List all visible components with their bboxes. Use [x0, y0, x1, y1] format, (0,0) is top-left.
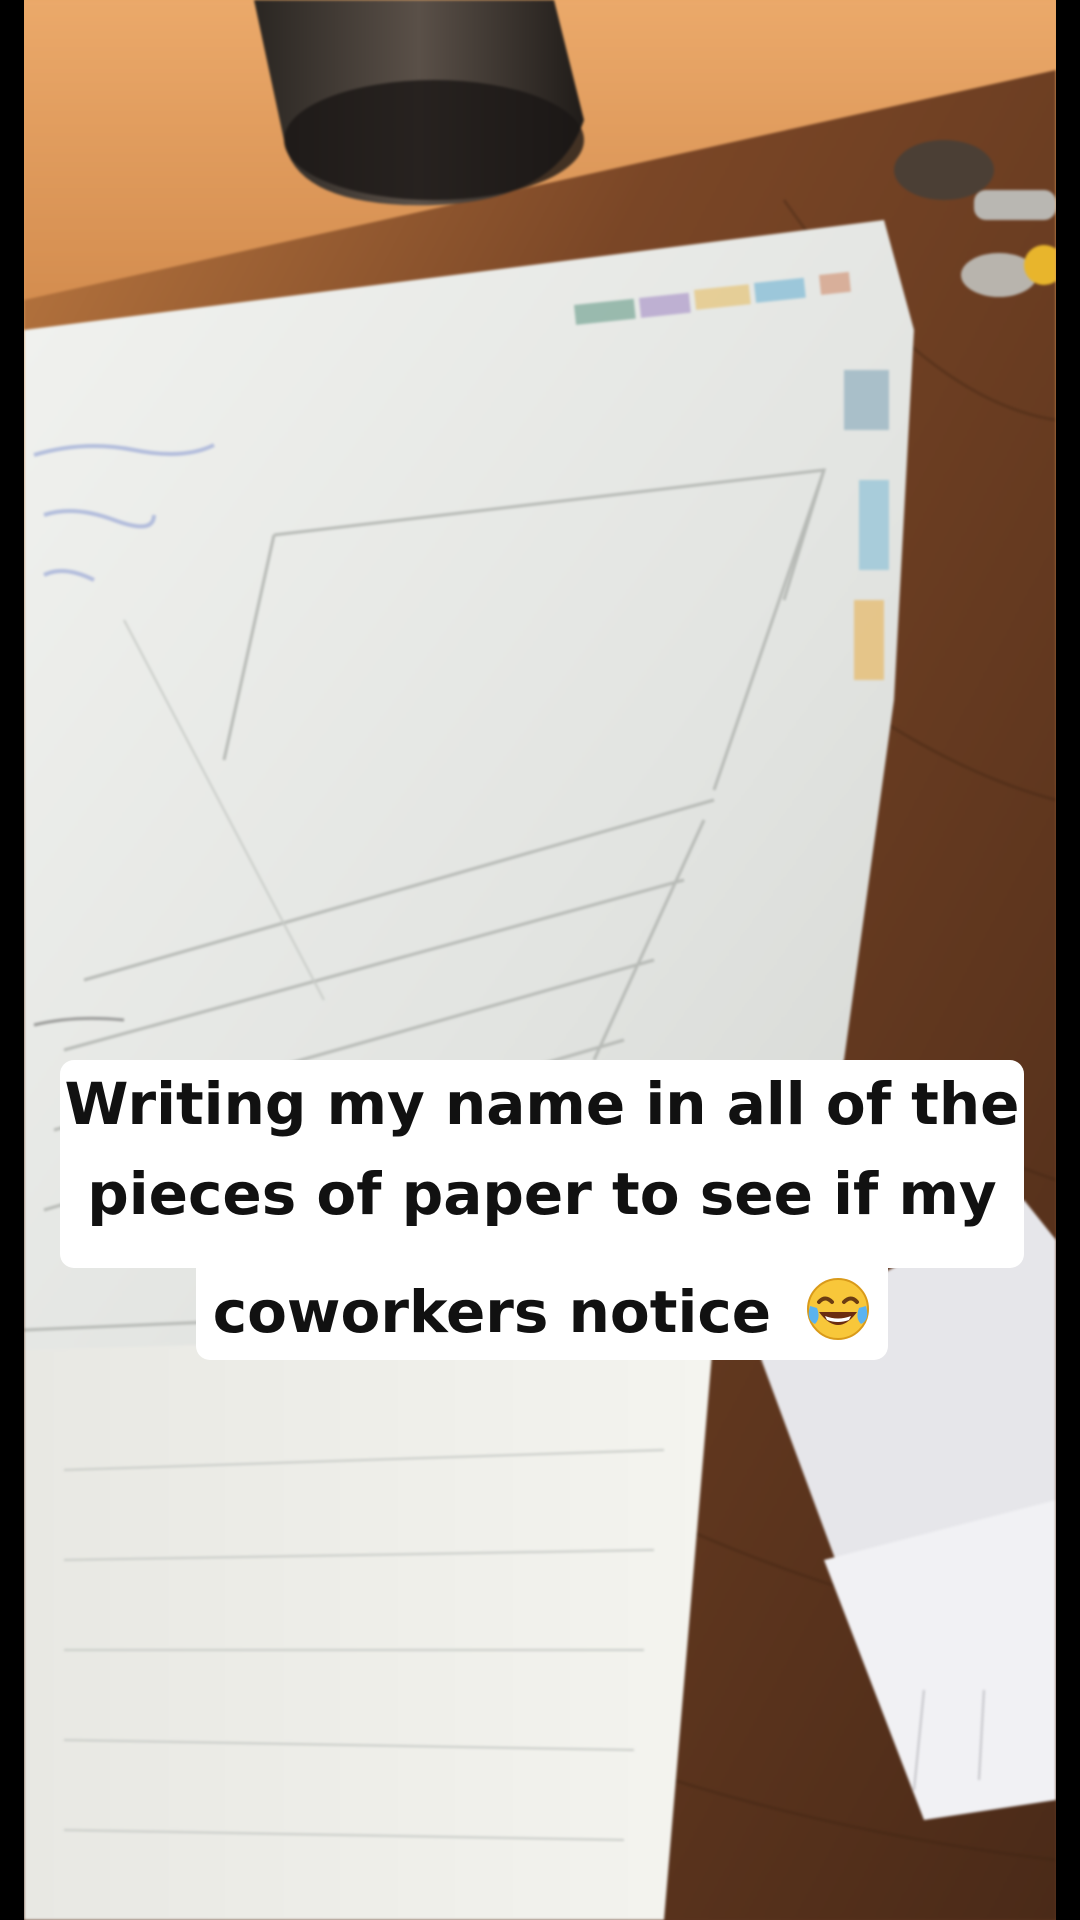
- caption-text-2: pieces of paper to see if my: [87, 1160, 997, 1228]
- caption-line-2: pieces of paper to see if my: [60, 1146, 1024, 1268]
- caption-text-3: coworkers notice: [212, 1278, 772, 1346]
- caption-line-1: Writing my name in all of the: [60, 1060, 1024, 1150]
- caption-text-1: Writing my name in all of the: [64, 1070, 1020, 1138]
- background-photo: [24, 0, 1056, 1920]
- desk-scene: [24, 0, 1056, 1920]
- video-frame: Writing my name in all of the pieces of …: [0, 0, 1080, 1920]
- caption-line-3: coworkers notice: [196, 1266, 888, 1360]
- face-with-tears-of-joy-icon: [805, 1276, 871, 1342]
